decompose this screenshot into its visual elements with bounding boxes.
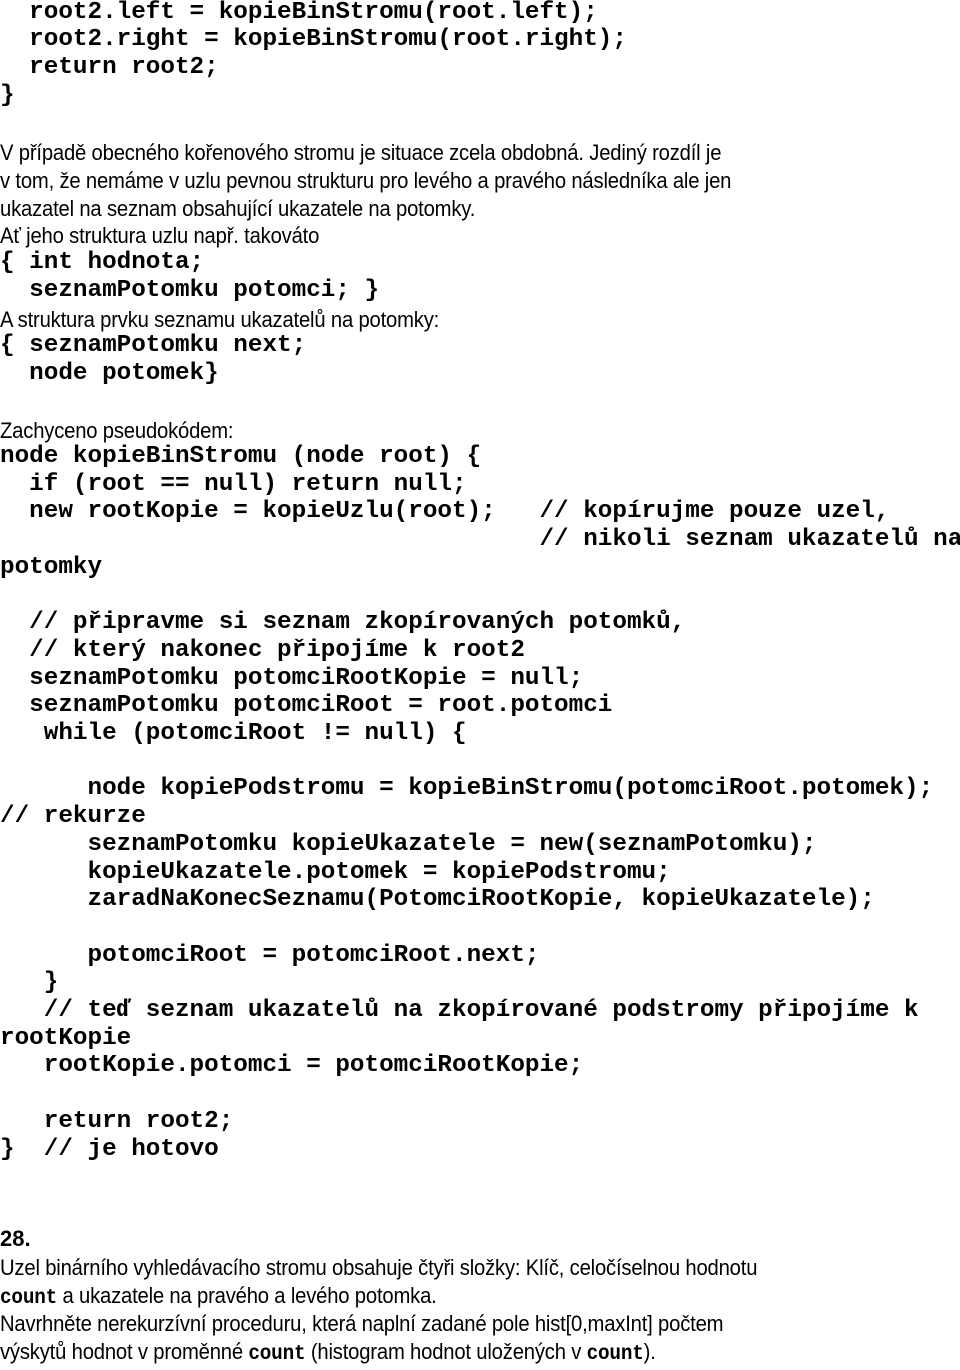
pseudocode-line: kopieUkazatele.potomek = kopiePodstromu; (0, 858, 671, 886)
code-line: { int hodnota; (0, 249, 205, 276)
pseudocode-line: } // je hotovo (0, 1135, 219, 1163)
task-text: výskytů hodnot v proměnné (0, 1339, 249, 1364)
task-line: Uzel binárního vyhledávacího stromu obsa… (0, 1255, 758, 1280)
paragraph-line: A struktura prvku seznamu ukazatelů na p… (0, 307, 440, 332)
paragraph-line: V případě obecného kořenového stromu je … (0, 140, 722, 165)
paragraph-line: ukazatel na seznam obsahující ukazatele … (0, 196, 476, 221)
inline-code: count (0, 1287, 58, 1310)
pseudocode-line: } (0, 969, 59, 997)
inline-code: count (586, 1343, 644, 1366)
pseudocode-line: zaradNaKonecSeznamu(PotomciRootKopie, ko… (0, 886, 875, 914)
code-line: } (0, 82, 15, 109)
code-line: { seznamPotomku next; (0, 332, 307, 359)
code-line: return root2; (0, 54, 219, 81)
pseudocode-line: new rootKopie = kopieUzlu(root); // kopí… (0, 498, 890, 526)
pseudocode-line: if (root == null) return null; (0, 470, 467, 498)
task-text: (histogram hodnot uložených v (305, 1339, 587, 1364)
pseudocode-line: while (potomciRoot != null) { (0, 720, 467, 747)
pseudocode-line: // teď seznam ukazatelů na zkopírované p… (0, 997, 919, 1024)
pseudocode-line: node kopieBinStromu (node root) { (0, 443, 482, 470)
paragraph-line: v tom, že nemáme v uzlu pevnou strukturu… (0, 168, 732, 193)
inline-code: count (248, 1343, 306, 1366)
task-text: a ukazatele na pravého a levého potomka. (57, 1283, 437, 1308)
pseudocode-line: // nikoli seznam ukazatelů na (0, 526, 960, 554)
pseudocode-line: seznamPotomku potomciRootKopie = null; (0, 664, 584, 692)
task-line: Navrhněte nerekurzívní proceduru, která … (0, 1311, 724, 1336)
pseudocode-line: rootKopie.potomci = potomciRootKopie; (0, 1052, 584, 1080)
code-line: node potomek} (0, 360, 219, 387)
code-line: root2.right = kopieBinStromu(root.right)… (0, 26, 627, 53)
pseudocode-line: rootKopie (0, 1024, 132, 1052)
task-number: 28. (0, 1226, 31, 1251)
pseudocode-line: seznamPotomku kopieUkazatele = new(sezna… (0, 830, 817, 858)
pseudocode-intro: Zachyceno pseudokódem: (0, 418, 234, 443)
code-line: root2.left = kopieBinStromu(root.left); (0, 0, 598, 26)
pseudocode-line: // připravme si seznam zkopírovaných pot… (0, 609, 686, 637)
pseudocode-line: seznamPotomku potomciRoot = root.potomci (0, 692, 613, 720)
task-line: count a ukazatele na pravého a levého po… (0, 1282, 437, 1310)
pseudocode-line: potomciRoot = potomciRoot.next; (0, 941, 540, 969)
pseudocode-line: // který nakonec připojíme k root2 (0, 636, 525, 664)
paragraph-line: Ať jeho struktura uzlu např. takováto (0, 223, 320, 248)
task-text: ). (643, 1339, 656, 1364)
pseudocode-line: return root2; (0, 1107, 234, 1135)
task-line: výskytů hodnot v proměnné count (histogr… (0, 1338, 656, 1366)
pseudocode-line: node kopiePodstromu = kopieBinStromu(pot… (0, 775, 934, 803)
code-line: seznamPotomku potomci; } (0, 277, 380, 304)
pseudocode-line: potomky (0, 553, 103, 581)
pseudocode-line: // rekurze (0, 803, 146, 831)
